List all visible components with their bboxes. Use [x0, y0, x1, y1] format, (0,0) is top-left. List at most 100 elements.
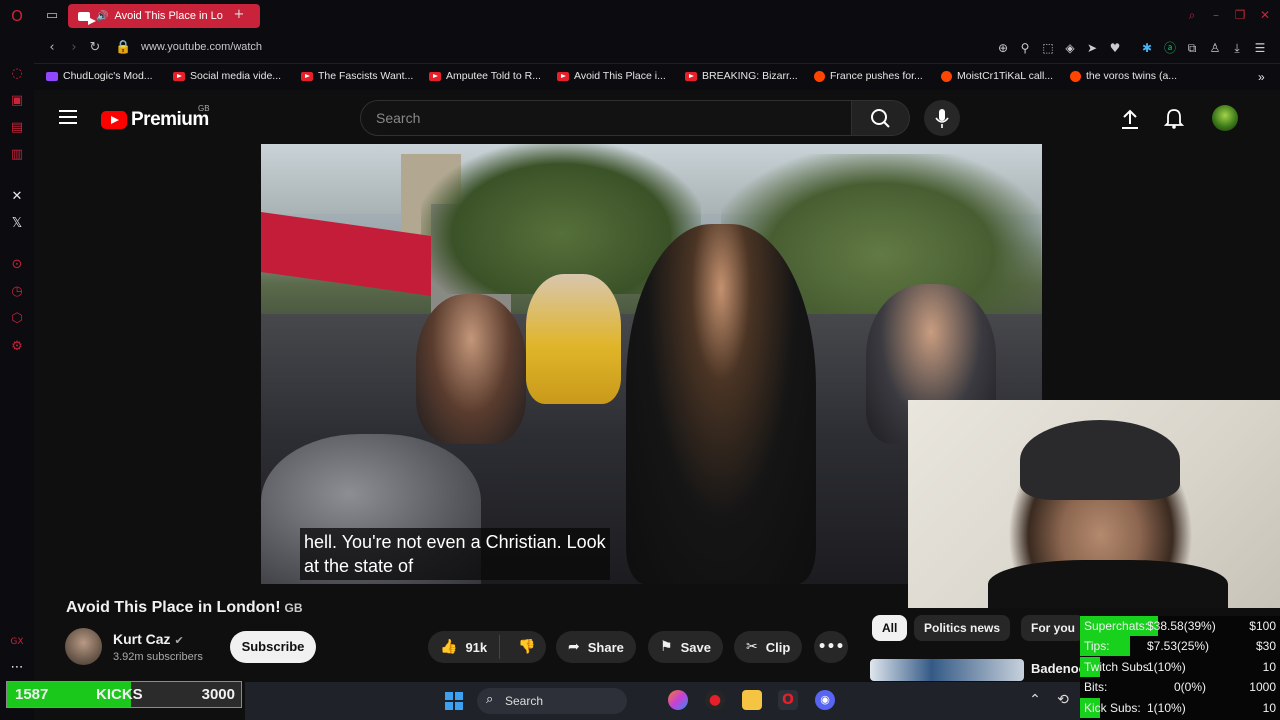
gx-icon[interactable]: GX	[9, 634, 25, 650]
donation-stats-overlay: Superchats: $38.58(39%) $100 Tips: $7.53(25…	[1080, 616, 1280, 720]
extensions-icon[interactable]: ⬡	[9, 311, 25, 327]
history-icon[interactable]: ◷	[9, 284, 25, 300]
thumbs-up-icon: 👍	[440, 639, 458, 655]
restore-icon[interactable]: ❐	[1233, 8, 1247, 22]
save-button[interactable]: ⚑ Save	[648, 631, 723, 663]
stat-row: Superchats: $38.58(39%) $100	[1080, 616, 1280, 636]
close-icon[interactable]: ✕	[1258, 8, 1272, 22]
settings-icon[interactable]: ⚙	[9, 339, 25, 355]
x-twitter-icon[interactable]: 𝕏	[9, 216, 25, 232]
account-avatar[interactable]	[1212, 105, 1238, 131]
bookmark-item[interactable]: Social media vide...	[173, 70, 281, 82]
stat-row: Kick Subs: 1(10%) 10	[1080, 698, 1280, 718]
player-icon[interactable]: ⊙	[9, 257, 25, 273]
bookmarks-more-icon[interactable]: »	[1258, 70, 1265, 84]
search-tabs-icon[interactable]: ⌕	[1185, 8, 1199, 22]
heart-icon[interactable]: ♥	[1107, 40, 1123, 56]
youtube-logo[interactable]: Premium	[101, 109, 209, 131]
download-icon[interactable]: ⤓	[1229, 40, 1245, 56]
search-input[interactable]: Search	[360, 100, 852, 136]
gaming-icon[interactable]: ▣	[9, 93, 25, 109]
stat-row: Tips: $7.53(25%) $30	[1080, 636, 1280, 656]
search-button[interactable]	[852, 100, 910, 136]
bookmark-item[interactable]: Amputee Told to R...	[429, 70, 541, 82]
bookmark-item[interactable]: The Fascists Want...	[301, 70, 413, 82]
opera-logo-icon[interactable]: O	[9, 8, 25, 24]
profile-icon[interactable]: ♙	[1207, 40, 1223, 56]
reload-icon[interactable]: ↻	[87, 40, 103, 56]
aria-icon[interactable]: ◌	[9, 66, 25, 82]
tray-chevron-icon[interactable]: ⌃	[1025, 690, 1045, 710]
back-icon[interactable]: ‹	[44, 40, 60, 56]
youtube-icon	[685, 71, 697, 81]
tray-sync-icon[interactable]: ⟲	[1053, 690, 1073, 710]
thumbs-down-icon: 👎	[518, 639, 536, 655]
opera-sidebar: O ◌ ▣ ▤ ▥ ✕ 𝕏 ⊙ ◷ ⬡ ⚙ GX ⋯	[0, 0, 34, 720]
bookmark-item[interactable]: ChudLogic's Mod...	[46, 70, 153, 82]
bookmark-item[interactable]: the voros twins (a...	[1070, 70, 1177, 82]
shield-icon[interactable]: ◈	[1062, 40, 1078, 56]
more-icon[interactable]: ⋯	[9, 660, 25, 676]
clip-button[interactable]: ✂ Clip	[734, 631, 803, 663]
x-logo-alt-icon[interactable]: ✕	[9, 189, 25, 205]
recommendation-title[interactable]: Badenoc	[1031, 661, 1086, 676]
search-icon	[871, 109, 890, 128]
voice-search-button[interactable]	[924, 100, 960, 136]
url-field[interactable]: www.youtube.com/watch	[141, 41, 262, 53]
discord-icon[interactable]: ◉	[815, 690, 835, 710]
send-icon[interactable]: ➤	[1084, 40, 1100, 56]
new-tab-plus-icon[interactable]: +	[231, 7, 247, 23]
easy-setup-icon[interactable]: ☰	[1252, 40, 1268, 56]
pin-icon[interactable]: ⚲	[1017, 40, 1033, 56]
bookmark-item[interactable]: Avoid This Place i...	[557, 70, 666, 82]
bookmarks-bar: ChudLogic's Mod... Social media vide... …	[34, 64, 1280, 90]
hamburger-menu-icon[interactable]	[59, 110, 77, 124]
taskbar-search[interactable]: ⌕ Search	[477, 688, 627, 714]
zoom-icon[interactable]: ⊕	[995, 40, 1011, 56]
notifications-button[interactable]	[1163, 107, 1185, 134]
chip-for-you[interactable]: For you	[1021, 615, 1085, 641]
windows-start-icon[interactable]	[445, 692, 463, 710]
recommendation-thumbnail[interactable]	[870, 659, 1024, 681]
youtube-play-icon	[101, 111, 127, 129]
minimize-icon[interactable]: –	[1209, 8, 1223, 22]
wallet-icon[interactable]: ▤	[9, 120, 25, 136]
dislike-button[interactable]: 👎	[508, 639, 535, 655]
upload-button[interactable]	[1120, 108, 1140, 135]
like-dislike-group: 👍 91k 👎	[428, 631, 546, 663]
messenger-icon[interactable]: ▥	[9, 147, 25, 163]
scissors-icon: ✂	[746, 639, 758, 655]
search-icon: ⌕	[486, 692, 494, 707]
lock-icon: 🔒	[115, 40, 132, 55]
bookmark-item[interactable]: France pushes for...	[814, 70, 923, 82]
app-icon[interactable]: ●	[705, 690, 725, 710]
more-horizontal-icon: •••	[817, 639, 845, 655]
opera-gx-icon[interactable]: O	[778, 690, 798, 710]
channel-avatar[interactable]	[65, 628, 102, 665]
stat-row: Bits: 0(0%) 1000	[1084, 680, 1276, 694]
forward-icon[interactable]: ›	[66, 40, 82, 56]
extension-tool-icon[interactable]: ✱	[1139, 40, 1155, 56]
video-title: Avoid This Place in London! GB	[66, 599, 303, 616]
tab-menu-icon[interactable]: ▭	[44, 8, 60, 24]
youtube-icon	[429, 71, 441, 81]
snapshot-icon[interactable]: ⬚	[1040, 40, 1056, 56]
extensions-puzzle-icon[interactable]: ⧉	[1184, 40, 1200, 56]
file-explorer-icon[interactable]	[742, 690, 762, 710]
verified-icon: ✔	[174, 634, 184, 647]
kicks-goal: 3000	[201, 686, 235, 703]
channel-name[interactable]: Kurt Caz ✔	[113, 631, 184, 647]
like-button[interactable]: 👍 91k	[428, 635, 500, 659]
bookmark-item[interactable]: BREAKING: Bizarr...	[685, 70, 798, 82]
upload-icon	[1122, 109, 1138, 129]
more-actions-button[interactable]: •••	[814, 631, 848, 663]
copilot-icon[interactable]	[668, 690, 688, 710]
chip-all[interactable]: All	[872, 615, 908, 641]
share-button[interactable]: ➦ Share	[556, 631, 636, 663]
extension-a-icon[interactable]: ⓐ	[1162, 40, 1178, 56]
chip-politics-news[interactable]: Politics news	[914, 615, 1011, 641]
subscribe-button[interactable]: Subscribe	[230, 631, 316, 663]
speaker-icon[interactable]: 🔊	[96, 11, 108, 22]
bookmark-item[interactable]: MoistCr1TiKaL call...	[941, 70, 1053, 82]
kicks-progress-bar: 1587 KICKS 3000	[6, 681, 242, 708]
